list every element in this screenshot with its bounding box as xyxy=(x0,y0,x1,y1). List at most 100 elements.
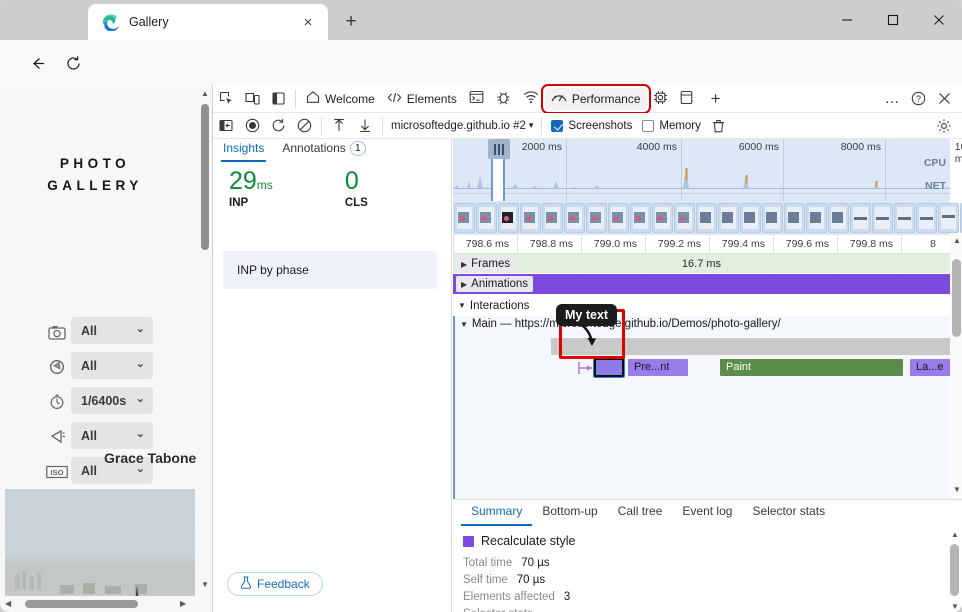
filmstrip-frame[interactable] xyxy=(476,203,497,233)
scroll-left-arrow-icon[interactable]: ◀ xyxy=(5,600,11,608)
expander-icon[interactable]: ▶ xyxy=(461,280,467,289)
filmstrip-frame[interactable] xyxy=(828,203,849,233)
back-button[interactable] xyxy=(22,48,52,78)
timeline-vertical-scrollbar[interactable]: ▲ ▼ xyxy=(950,235,962,499)
filmstrip-frame[interactable] xyxy=(718,203,739,233)
tab-welcome[interactable]: Welcome xyxy=(300,88,381,110)
scroll-up-arrow-icon[interactable]: ▲ xyxy=(953,236,961,245)
save-profile-icon[interactable] xyxy=(352,113,378,139)
scroll-down-arrow-icon[interactable]: ▼ xyxy=(953,485,961,494)
screenshots-checkbox[interactable]: Screenshots xyxy=(546,119,637,132)
filmstrip-frame[interactable] xyxy=(696,203,717,233)
capture-settings-icon[interactable] xyxy=(213,113,239,139)
capture-settings-gear-icon[interactable] xyxy=(931,113,957,139)
maximize-icon[interactable] xyxy=(870,0,916,40)
browser-tab[interactable]: Gallery × xyxy=(88,4,328,40)
filter-select-aperture[interactable]: All ⌄ xyxy=(71,352,153,379)
tab-call-tree[interactable]: Call tree xyxy=(608,500,673,526)
devtools-close-icon[interactable] xyxy=(931,86,957,112)
track-animations-header[interactable]: ▶ Animations xyxy=(456,276,534,292)
track-frames-header[interactable]: ▶ Frames xyxy=(456,256,516,272)
new-tab-button[interactable]: + xyxy=(338,9,364,35)
filmstrip-frame[interactable] xyxy=(586,203,607,233)
close-icon[interactable]: × xyxy=(298,12,318,32)
filmstrip-frame[interactable] xyxy=(762,203,783,233)
timeline-vscroll-thumb[interactable] xyxy=(952,259,961,337)
scroll-right-arrow-icon[interactable]: ▶ xyxy=(180,600,186,608)
filter-select-focal[interactable]: All ⌄ xyxy=(71,422,153,449)
tab-memory[interactable] xyxy=(647,88,674,110)
timeline-tracks[interactable]: 16.7 ms ▶ Frames ▶ Animations ▼ Interact… xyxy=(453,254,950,499)
tab-selector-stats[interactable]: Selector stats xyxy=(742,500,835,526)
expander-icon[interactable]: ▶ xyxy=(461,260,467,269)
page-vscroll-thumb[interactable] xyxy=(201,104,209,250)
filmstrip-frame[interactable] xyxy=(630,203,651,233)
filmstrip-frame[interactable] xyxy=(454,203,475,233)
track-interactions-header[interactable]: ▼ Interactions xyxy=(456,295,534,316)
flame-event-paint[interactable]: Paint xyxy=(720,359,903,376)
filmstrip-frame[interactable] xyxy=(498,203,519,233)
reload-and-record-icon[interactable] xyxy=(265,113,291,139)
reload-button[interactable] xyxy=(58,48,88,78)
flame-event-recalculate-style[interactable] xyxy=(593,357,625,378)
track-interactions[interactable]: ▼ Interactions xyxy=(453,295,950,316)
filmstrip-frame[interactable] xyxy=(806,203,827,233)
tab-event-log[interactable]: Event log xyxy=(672,500,742,526)
inspect-element-icon[interactable] xyxy=(213,86,239,112)
filmstrip-frame[interactable] xyxy=(564,203,585,233)
window-close-icon[interactable] xyxy=(916,0,962,40)
track-main[interactable]: ▼ Main — https://microsoftedge.github.io… xyxy=(453,304,950,499)
recording-target-dropdown[interactable]: microsoftedge.github.io #2 ▾ xyxy=(387,120,537,132)
help-icon[interactable]: ? xyxy=(905,86,931,112)
tab-elements[interactable]: Elements xyxy=(381,88,463,110)
filmstrip-frame[interactable] xyxy=(674,203,695,233)
devtools-more-options-icon[interactable]: … xyxy=(879,86,905,112)
filmstrip-frame[interactable] xyxy=(850,203,871,233)
expander-icon[interactable]: ▼ xyxy=(458,301,466,310)
insight-card-inp-by-phase[interactable]: INP by phase xyxy=(223,251,437,289)
tab-application[interactable] xyxy=(674,88,699,110)
feedback-button[interactable]: Feedback xyxy=(227,572,323,596)
device-toolbar-icon[interactable] xyxy=(239,86,265,112)
tab-bottom-up[interactable]: Bottom-up xyxy=(532,500,607,526)
page-hscroll-thumb[interactable] xyxy=(25,600,138,608)
filmstrip-frame[interactable] xyxy=(608,203,629,233)
filter-select-camera[interactable]: All ⌄ xyxy=(71,317,153,344)
tab-network[interactable] xyxy=(517,88,545,110)
tab-console[interactable] xyxy=(463,88,490,110)
filter-select-shutter[interactable]: 1/6400s ⌄ xyxy=(71,387,153,414)
add-panel-button[interactable]: + xyxy=(703,86,729,112)
filmstrip-frame[interactable] xyxy=(916,203,937,233)
memory-checkbox[interactable]: Memory xyxy=(637,119,706,132)
tab-summary[interactable]: Summary xyxy=(461,500,533,526)
minimize-icon[interactable] xyxy=(824,0,870,40)
filmstrip-frame[interactable] xyxy=(520,203,541,233)
flame-event-layerize[interactable]: La...e xyxy=(910,359,950,376)
detail-vscroll-thumb[interactable] xyxy=(950,544,959,596)
timeline-selection-handle[interactable] xyxy=(488,139,510,159)
filmstrip-frame[interactable] xyxy=(652,203,673,233)
filmstrip-frame[interactable] xyxy=(542,203,563,233)
expander-icon[interactable]: ▼ xyxy=(460,320,468,329)
gallery-photo[interactable] xyxy=(5,489,195,612)
trash-icon[interactable] xyxy=(706,113,732,139)
filmstrip-frame[interactable] xyxy=(784,203,805,233)
scroll-down-arrow-icon[interactable]: ▼ xyxy=(201,581,209,589)
scroll-up-arrow-icon[interactable]: ▲ xyxy=(201,90,209,98)
page-vertical-scrollbar[interactable]: ▲ ▼ xyxy=(198,85,212,612)
track-frames[interactable]: 16.7 ms ▶ Frames xyxy=(453,254,950,273)
timeline-overview[interactable]: 2000 ms 4000 ms 6000 ms 8000 ms 10000 ms… xyxy=(453,139,962,201)
filmstrip-frame[interactable] xyxy=(938,203,959,233)
record-icon[interactable] xyxy=(239,113,265,139)
page-horizontal-scrollbar[interactable]: ◀ ▶ xyxy=(0,596,212,612)
track-animations[interactable]: ▶ Animations xyxy=(453,274,950,294)
load-profile-icon[interactable] xyxy=(326,113,352,139)
filmstrip-frame[interactable] xyxy=(894,203,915,233)
dock-side-icon[interactable] xyxy=(265,86,291,112)
flame-event-prepaint[interactable]: Pre...nt xyxy=(628,359,688,376)
filmstrip-frame[interactable] xyxy=(740,203,761,233)
screenshot-filmstrip[interactable] xyxy=(453,201,962,235)
annotation-label[interactable]: My text xyxy=(556,304,618,326)
detail-vertical-scrollbar[interactable]: ▲ ▼ xyxy=(948,530,961,611)
tab-performance[interactable]: Performance xyxy=(540,83,651,114)
